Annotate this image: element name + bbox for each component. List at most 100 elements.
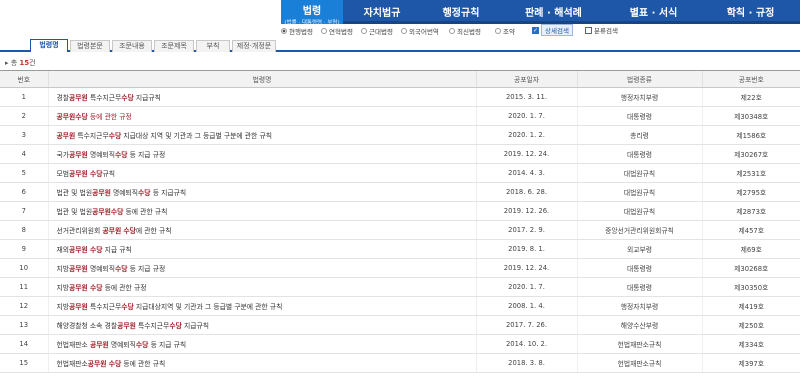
promulgation-date: 2014. 4. 3.: [475, 163, 577, 183]
law-name-text: 법관 및 법원: [56, 208, 93, 216]
law-type: 대통령령: [576, 144, 702, 164]
law-type: 대통령령: [576, 258, 702, 278]
law-name-link[interactable]: 공무원수당 등에 관한 규정: [47, 106, 476, 126]
law-name-link[interactable]: 선거관리위원회 공무원 수당에 관한 규칙: [47, 220, 476, 240]
nav-item-law[interactable]: 법령 (법률 · 대통령령 · 부령): [281, 0, 343, 26]
law-name-link[interactable]: 지방공무원 수당 등에 관한 규정: [47, 277, 476, 297]
law-name-text: 지급대상 지역 및 기관과 그 등급별 구분에 관한 규칙: [121, 132, 272, 140]
table-row[interactable]: 3 공무원 특수지근무수당 지급대상 지역 및 기관과 그 등급별 구분에 관한 …: [0, 125, 800, 145]
radio-treaty[interactable]: 조약: [495, 26, 515, 36]
nav-item-forms[interactable]: 별표 · 서식: [606, 0, 701, 24]
keyword-highlight: 공무원: [56, 132, 76, 140]
table-row[interactable]: 13 해양경찰청 소속 경찰공무원 특수지근무수당 지급규칙 2017. 7. 26…: [0, 315, 800, 335]
keyword-highlight: 수당: [169, 322, 182, 330]
promulgation-date: 2020. 1. 7.: [475, 277, 577, 297]
radio-history-law[interactable]: 연혁법령: [321, 26, 353, 36]
nav-item-precedent[interactable]: 판례 · 해석례: [501, 0, 606, 24]
row-number: 8: [0, 220, 48, 240]
radio-dot[interactable]: [321, 28, 327, 34]
promulgation-date: 2015. 3. 11.: [475, 87, 577, 107]
table-row[interactable]: 2 공무원수당 등에 관한 규정 2020. 1. 7. 대통령령 제30348호: [0, 106, 800, 126]
results-table: 번호 법령명 공포일자 법령종류 공포번호 1 경찰공무원 특수지근무수당 지급규…: [0, 70, 800, 373]
keyword-highlight: 공무원: [69, 94, 88, 102]
tab-law-name[interactable]: 법령명: [30, 39, 68, 52]
law-name-link[interactable]: 헌법재판소공무원 수당 등에 관한 규칙: [47, 353, 476, 373]
law-name-text: 명예퇴직: [108, 341, 136, 349]
law-name-link[interactable]: 모범공무원 수당규칙: [47, 163, 476, 183]
result-count-prefix: ▸ 총: [5, 59, 20, 67]
promulgation-date: 2020. 1. 2.: [475, 125, 577, 145]
promulgation-number: 제30267호: [701, 144, 800, 164]
tab-law-body[interactable]: 법령본문: [70, 40, 110, 52]
law-name-text: 특수지근무: [87, 303, 122, 311]
radio-dot[interactable]: [495, 28, 501, 34]
law-name-link[interactable]: 법관 및 법원공무원 명예퇴직수당 등 지급규칙: [47, 182, 476, 202]
radio-dot[interactable]: [361, 28, 367, 34]
radio-foreign-translation[interactable]: 외국어번역: [401, 26, 439, 36]
tab-enactment-revision[interactable]: 제정·개정문: [232, 40, 276, 52]
keyword-highlight: 공무원수당: [92, 208, 124, 216]
radio-latest-law[interactable]: 최신법령: [449, 26, 481, 36]
law-name-link[interactable]: 해양경찰청 소속 경찰공무원 특수지근무수당 지급규칙: [47, 315, 476, 335]
radio-label: 최신법령: [457, 28, 481, 36]
promulgation-date: 2019. 12. 24.: [475, 144, 577, 164]
table-row[interactable]: 8 선거관리위원회 공무원 수당에 관한 규칙 2017. 2. 9. 중앙선거관리위…: [0, 220, 800, 240]
promulgation-date: 2018. 3. 8.: [475, 353, 577, 373]
table-row[interactable]: 4 국가공무원 명예퇴직수당 등 지급 규정 2019. 12. 24. 대통령령 제3…: [0, 144, 800, 164]
table-row[interactable]: 6 법관 및 법원공무원 명예퇴직수당 등 지급규칙 2018. 6. 28. 대법원…: [0, 182, 800, 202]
law-name-text: 경찰: [56, 94, 70, 102]
law-name-link[interactable]: 법관 및 법원공무원수당 등에 관한 규칙: [47, 201, 476, 221]
law-name-text: 등 지급 규정: [127, 151, 166, 159]
law-name-link[interactable]: 재외공무원 수당 지급 규칙: [47, 239, 476, 259]
row-number: 7: [0, 201, 48, 221]
radio-modern-law[interactable]: 근대법령: [361, 26, 393, 36]
law-name-text: 모범: [56, 170, 70, 178]
law-name-link[interactable]: 지방공무원 명예퇴직수당 등 지급 규정: [47, 258, 476, 278]
table-row[interactable]: 5 모범공무원 수당규칙 2014. 4. 3. 대법원규칙 제2531호: [0, 163, 800, 183]
radio-current-law[interactable]: 현행법령: [281, 26, 313, 36]
nav-item-school-rules[interactable]: 학칙 · 규정: [701, 0, 800, 24]
table-row[interactable]: 12 지방공무원 특수지근무수당 지급대상지역 및 기관과 그 등급별 구분에 관…: [0, 296, 800, 316]
promulgation-number: 제1586호: [701, 125, 800, 145]
law-name-link[interactable]: 공무원 특수지근무수당 지급대상 지역 및 기관과 그 등급별 구분에 관한 규…: [47, 125, 476, 145]
category-search-button[interactable]: 분류검색: [585, 25, 618, 35]
detail-search-button[interactable]: ✓ 상세검색: [532, 24, 573, 36]
row-number: 13: [0, 315, 48, 335]
keyword-highlight: 수당: [114, 265, 128, 273]
table-row[interactable]: 1 경찰공무원 특수지근무수당 지급규칙 2015. 3. 11. 행정자치부령 제22…: [0, 87, 800, 107]
tab-article-content[interactable]: 조문내용: [112, 40, 152, 52]
law-type: 대법원규칙: [576, 182, 702, 202]
table-header-row: 번호 법령명 공포일자 법령종류 공포번호: [0, 70, 800, 88]
nav-item-local-law[interactable]: 자치법규: [343, 0, 421, 24]
law-name-text: 지급규칙: [181, 322, 210, 330]
law-name-link[interactable]: 지방공무원 특수지근무수당 지급대상지역 및 기관과 그 등급별 구분에 관한 …: [47, 296, 476, 316]
table-row[interactable]: 15 헌법재판소공무원 수당 등에 관한 규칙 2018. 3. 8. 헌법재판소규칙…: [0, 353, 800, 373]
law-name-link[interactable]: 국가공무원 명예퇴직수당 등 지급 규정: [47, 144, 476, 164]
col-header-law-type: 법령종류: [576, 70, 702, 88]
table-row[interactable]: 11 지방공무원 수당 등에 관한 규정 2020. 1. 7. 대통령령 제30350…: [0, 277, 800, 297]
law-type: 외교부령: [576, 239, 702, 259]
tab-supplementary[interactable]: 부칙: [196, 40, 230, 52]
law-type: 중앙선거관리위원회규칙: [576, 220, 702, 240]
law-name-link[interactable]: 헌법재판소 공무원 명예퇴직수당 등 지급 규칙: [47, 334, 476, 354]
keyword-highlight: 공무원: [92, 189, 111, 197]
radio-dot[interactable]: [449, 28, 455, 34]
radio-dot[interactable]: [401, 28, 407, 34]
promulgation-number: 제2531호: [701, 163, 800, 183]
row-number: 6: [0, 182, 48, 202]
nav-item-admin-rule[interactable]: 행정규칙: [421, 0, 501, 24]
row-number: 11: [0, 277, 48, 297]
tab-article-title[interactable]: 조문제목: [154, 40, 194, 52]
table-row[interactable]: 14 헌법재판소 공무원 명예퇴직수당 등 지급 규칙 2014. 10. 2. 헌법…: [0, 334, 800, 354]
law-name-link[interactable]: 경찰공무원 특수지근무수당 지급규칙: [47, 87, 476, 107]
promulgation-date: 2019. 12. 26.: [475, 201, 577, 221]
table-row[interactable]: 10 지방공무원 명예퇴직수당 등 지급 규정 2019. 12. 24. 대통령령 제…: [0, 258, 800, 278]
promulgation-number: 제2795호: [701, 182, 800, 202]
table-row[interactable]: 9 재외공무원 수당 지급 규칙 2019. 8. 1. 외교부령 제69호: [0, 239, 800, 259]
radio-dot[interactable]: [281, 28, 287, 34]
law-name-text: 지급규칙: [133, 94, 161, 102]
law-name-text: 법관 및 법원: [56, 189, 93, 197]
table-row[interactable]: 7 법관 및 법원공무원수당 등에 관한 규칙 2019. 12. 26. 대법원규칙…: [0, 201, 800, 221]
keyword-highlight: 수당: [123, 227, 136, 235]
law-type: 대법원규칙: [576, 163, 702, 183]
